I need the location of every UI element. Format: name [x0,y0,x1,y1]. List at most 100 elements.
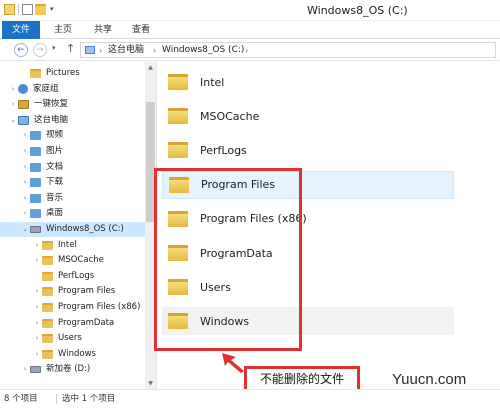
nav-item-label: 文档 [46,161,64,172]
navigation-bar: ← → ▾ ↑ › 这台电脑 › Windows8_OS (C:) › [0,39,500,61]
tab-file[interactable]: 文件 [2,21,40,39]
chevron-right-icon[interactable]: › [99,44,102,57]
nav-item-label: PerfLogs [58,270,95,281]
tab-home[interactable]: 主页 [46,21,80,39]
status-bar: 8 个项目 选中 1 个项目 [0,389,500,409]
nav-item[interactable]: › 一键恢复 [0,97,145,112]
chevron-right-icon[interactable]: › [8,82,18,97]
file-item[interactable]: Intel [162,68,454,96]
nav-item-label: 这台电脑 [34,114,69,125]
nav-item[interactable]: › Program Files (x86) [0,300,145,315]
folder-icon [42,287,53,297]
nav-item-label: 下载 [46,177,64,188]
homegroup-icon [18,84,28,95]
chevron-right-icon[interactable]: › [8,97,18,112]
nav-item-label: 视频 [46,130,64,141]
chevron-down-icon[interactable]: ⌄ [20,222,30,237]
nav-item-label: Pictures [46,68,80,78]
annotation-box [154,168,302,351]
chevron-down-icon[interactable]: ⌄ [8,113,18,128]
back-button[interactable]: ← [14,43,28,57]
chevron-right-icon[interactable]: › [32,331,42,346]
nav-item[interactable]: › 音乐 [0,191,145,206]
selection-count: 选中 1 个项目 [62,394,116,404]
nav-item[interactable]: › 家庭组 [0,82,145,97]
quick-access-toolbar: ▾ [4,4,54,15]
nav-item-label: MSOCache [58,255,104,266]
drive-icon [30,226,41,233]
nav-item[interactable]: › Program Files [0,284,145,299]
folder-icon [42,334,53,344]
file-item[interactable]: MSOCache [162,102,454,130]
nav-item[interactable]: › 下载 [0,175,145,190]
chevron-right-icon[interactable]: › [245,44,248,57]
file-name: PerfLogs [200,143,247,157]
folder-icon [168,74,188,90]
scroll-down-icon[interactable]: ▼ [145,378,156,389]
folder-icon [42,256,53,266]
chevron-right-icon[interactable]: › [20,175,30,190]
nav-item[interactable]: › Intel [0,238,145,253]
chevron-right-icon[interactable]: › [153,44,156,57]
recent-locations-icon[interactable]: ▾ [52,44,56,52]
properties-icon[interactable] [22,4,33,15]
tab-share[interactable]: 共享 [86,21,120,39]
nav-item[interactable]: ⌄ 这台电脑 [0,113,145,128]
nav-item-label: Users [58,333,82,344]
breadcrumb-drive[interactable]: Windows8_OS (C:) [162,44,244,57]
file-item[interactable]: PerfLogs [162,136,454,164]
chevron-right-icon[interactable]: › [20,206,30,221]
library-icon [30,178,41,188]
nav-item-label: Windows8_OS (C:) [46,224,124,234]
forward-button[interactable]: → [33,43,47,57]
scroll-up-icon[interactable]: ▲ [145,62,156,73]
drive-icon [30,366,41,374]
nav-item[interactable]: PerfLogs [0,269,145,284]
chevron-right-icon[interactable]: › [32,347,42,362]
nav-item[interactable]: › MSOCache [0,253,145,268]
nav-item-label: 一键恢复 [34,99,69,110]
address-bar[interactable]: › 这台电脑 › Windows8_OS (C:) › [80,42,496,58]
qat-divider [18,4,19,15]
chevron-right-icon[interactable]: › [20,160,30,175]
chevron-right-icon[interactable]: › [20,144,30,159]
nav-item[interactable]: › 图片 [0,144,145,159]
chevron-right-icon[interactable]: › [32,300,42,315]
qat-dropdown-icon[interactable]: ▾ [50,4,54,15]
up-button[interactable]: ↑ [66,42,75,55]
nav-item-label: 图片 [46,146,64,156]
file-name: MSOCache [200,109,260,123]
nav-item-label: ProgramData [58,317,115,328]
chevron-right-icon[interactable]: › [32,238,42,253]
app-icon[interactable] [4,4,15,15]
breadcrumb-this-pc[interactable]: 这台电脑 [108,44,144,57]
new-folder-icon[interactable] [35,4,46,15]
chevron-right-icon[interactable]: › [20,191,30,206]
nav-item[interactable]: Pictures [0,66,145,81]
chevron-right-icon[interactable]: › [32,253,42,268]
recovery-icon [18,100,29,110]
library-icon [30,209,41,219]
nav-item-label: 音乐 [46,192,64,203]
chevron-right-icon[interactable]: › [32,316,42,331]
nav-item[interactable]: › Users [0,331,145,346]
nav-item[interactable]: › 桌面 [0,206,145,221]
folder-icon [42,349,53,359]
nav-item[interactable]: › 文档 [0,160,145,175]
folder-icon [30,69,41,78]
library-icon [30,193,41,203]
nav-item[interactable]: › 新加卷 (D:) [0,362,145,377]
folder-icon [42,240,53,250]
tab-view[interactable]: 查看 [124,21,158,39]
nav-item[interactable]: › 视频 [0,128,145,143]
nav-item[interactable]: › Windows [0,347,145,362]
nav-item[interactable]: › ProgramData [0,316,145,331]
file-name: Intel [200,75,225,89]
folder-icon [42,303,53,312]
item-count: 8 个项目 [4,394,38,404]
folder-icon [168,142,188,159]
chevron-right-icon[interactable]: › [20,128,30,143]
nav-item[interactable]: ⌄ Windows8_OS (C:) [0,222,145,237]
chevron-right-icon[interactable]: › [20,362,30,377]
chevron-right-icon[interactable]: › [32,284,42,299]
